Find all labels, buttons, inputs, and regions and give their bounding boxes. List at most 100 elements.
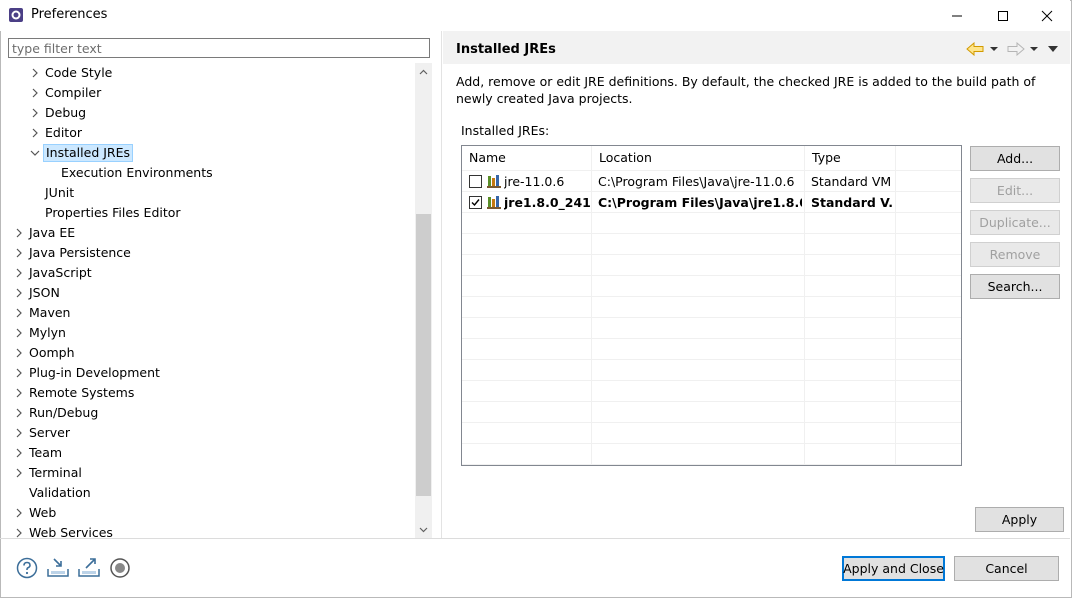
- remove-button[interactable]: Remove: [970, 242, 1060, 267]
- window-title: Preferences: [31, 7, 108, 22]
- search-button[interactable]: Search...: [970, 274, 1060, 299]
- tree-item[interactable]: JUnit: [8, 183, 414, 203]
- export-icon[interactable]: [77, 556, 101, 580]
- tree-item[interactable]: Execution Environments: [8, 163, 414, 183]
- tree-item-label: Remote Systems: [29, 385, 135, 400]
- chevron-right-icon[interactable]: [30, 63, 40, 83]
- duplicate-button[interactable]: Duplicate...: [970, 210, 1060, 235]
- chevron-right-icon[interactable]: [30, 123, 40, 143]
- chevron-right-icon[interactable]: [14, 463, 24, 483]
- chevron-down-icon: [419, 527, 428, 532]
- table-row[interactable]: jre-11.0.6 C:\Program Files\Java\jre-11.…: [462, 171, 961, 192]
- back-dropdown-icon[interactable]: [989, 44, 999, 54]
- jre-checkbox-checked[interactable]: [469, 196, 482, 209]
- jre-checkbox[interactable]: [469, 175, 482, 188]
- maximize-button[interactable]: [980, 0, 1026, 31]
- panel-splitter[interactable]: [441, 31, 442, 538]
- chevron-right-icon[interactable]: [14, 523, 24, 538]
- tree-item[interactable]: JSON: [8, 283, 414, 303]
- chevron-right-icon[interactable]: [14, 303, 24, 323]
- tree-item[interactable]: Web: [8, 503, 414, 523]
- chevron-right-icon[interactable]: [30, 83, 40, 103]
- tree-item[interactable]: Team: [8, 443, 414, 463]
- tree-item-label: Run/Debug: [29, 405, 99, 420]
- scroll-up-button[interactable]: [415, 63, 432, 80]
- tree-item[interactable]: Installed JREs: [8, 143, 414, 163]
- chevron-right-icon[interactable]: [30, 103, 40, 123]
- tree-item-label: Debug: [45, 105, 87, 120]
- tree-item[interactable]: Code Style: [8, 63, 414, 83]
- column-header-name[interactable]: Name: [462, 146, 592, 170]
- apply-and-close-button[interactable]: Apply and Close: [842, 556, 945, 581]
- scroll-thumb[interactable]: [416, 214, 431, 496]
- tree-item-label: Java EE: [29, 225, 76, 240]
- tree-item-label: Java Persistence: [29, 245, 131, 260]
- scroll-down-button[interactable]: [415, 521, 432, 538]
- tree-item-label: Maven: [29, 305, 71, 320]
- tree-item-label: Web: [29, 505, 57, 520]
- tree-item[interactable]: Debug: [8, 103, 414, 123]
- edit-button[interactable]: Edit...: [970, 178, 1060, 203]
- chevron-right-icon[interactable]: [14, 443, 24, 463]
- column-header-location[interactable]: Location: [592, 146, 805, 170]
- row-gridline: [462, 296, 961, 297]
- tree-item[interactable]: Remote Systems: [8, 383, 414, 403]
- help-icon[interactable]: [15, 556, 39, 580]
- jre-type: Standard V...: [811, 195, 893, 210]
- tree-item[interactable]: Web Services: [8, 523, 414, 538]
- forward-dropdown-icon[interactable]: [1029, 44, 1039, 54]
- tree-item[interactable]: Validation: [8, 483, 414, 503]
- add-button[interactable]: Add...: [970, 146, 1060, 171]
- jre-location: C:\Program Files\Java\jre-11.0.6: [598, 174, 795, 189]
- tree-item[interactable]: Java Persistence: [8, 243, 414, 263]
- view-menu-icon[interactable]: [1047, 44, 1059, 54]
- chevron-right-icon[interactable]: [14, 383, 24, 403]
- tree-item-label: Mylyn: [29, 325, 66, 340]
- tree-item[interactable]: Compiler: [8, 83, 414, 103]
- tree-item[interactable]: Maven: [8, 303, 414, 323]
- chevron-right-icon[interactable]: [14, 263, 24, 283]
- tree-item[interactable]: Plug-in Development: [8, 363, 414, 383]
- close-button[interactable]: [1024, 0, 1070, 31]
- chevron-right-icon[interactable]: [14, 403, 24, 423]
- table-row[interactable]: jre1.8.0_241 ... C:\Program Files\Java\j…: [462, 192, 961, 213]
- tree-item[interactable]: Java EE: [8, 223, 414, 243]
- chevron-right-icon[interactable]: [14, 243, 24, 263]
- tree-item[interactable]: Mylyn: [8, 323, 414, 343]
- forward-arrow-icon[interactable]: [1007, 42, 1025, 56]
- tree-item[interactable]: Run/Debug: [8, 403, 414, 423]
- chevron-right-icon[interactable]: [14, 323, 24, 343]
- jre-table[interactable]: Name Location Type jre-11.0.6 C:\Program…: [461, 145, 962, 466]
- chevron-right-icon[interactable]: [14, 503, 24, 523]
- tree-item[interactable]: JavaScript: [8, 263, 414, 283]
- tree-item-label: JavaScript: [29, 265, 92, 280]
- back-arrow-icon[interactable]: [966, 42, 984, 56]
- row-gridline: [462, 380, 961, 381]
- eclipse-app-icon: [9, 8, 23, 22]
- chevron-right-icon[interactable]: [14, 223, 24, 243]
- tree-item[interactable]: Properties Files Editor: [8, 203, 414, 223]
- tree-item[interactable]: Oomph: [8, 343, 414, 363]
- tree-item[interactable]: Terminal: [8, 463, 414, 483]
- chevron-right-icon[interactable]: [14, 343, 24, 363]
- column-header-type[interactable]: Type: [805, 146, 896, 170]
- minimize-button[interactable]: [934, 0, 980, 31]
- chevron-right-icon[interactable]: [14, 363, 24, 383]
- tree-item[interactable]: Server: [8, 423, 414, 443]
- chevron-up-icon: [419, 69, 428, 74]
- tree-item-label: JUnit: [45, 185, 75, 200]
- chevron-right-icon[interactable]: [14, 283, 24, 303]
- row-gridline: [462, 254, 961, 255]
- row-gridline: [462, 401, 961, 402]
- tree-item[interactable]: Editor: [8, 123, 414, 143]
- record-icon[interactable]: [108, 556, 132, 580]
- apply-button[interactable]: Apply: [975, 507, 1064, 532]
- chevron-down-icon[interactable]: [30, 143, 40, 163]
- import-icon[interactable]: [46, 556, 70, 580]
- filter-input[interactable]: [8, 38, 430, 58]
- bottom-separator: [0, 538, 1070, 539]
- chevron-right-icon[interactable]: [14, 423, 24, 443]
- cancel-button[interactable]: Cancel: [954, 556, 1059, 581]
- tree-item-label: Code Style: [45, 65, 113, 80]
- page-title: Installed JREs: [456, 42, 556, 57]
